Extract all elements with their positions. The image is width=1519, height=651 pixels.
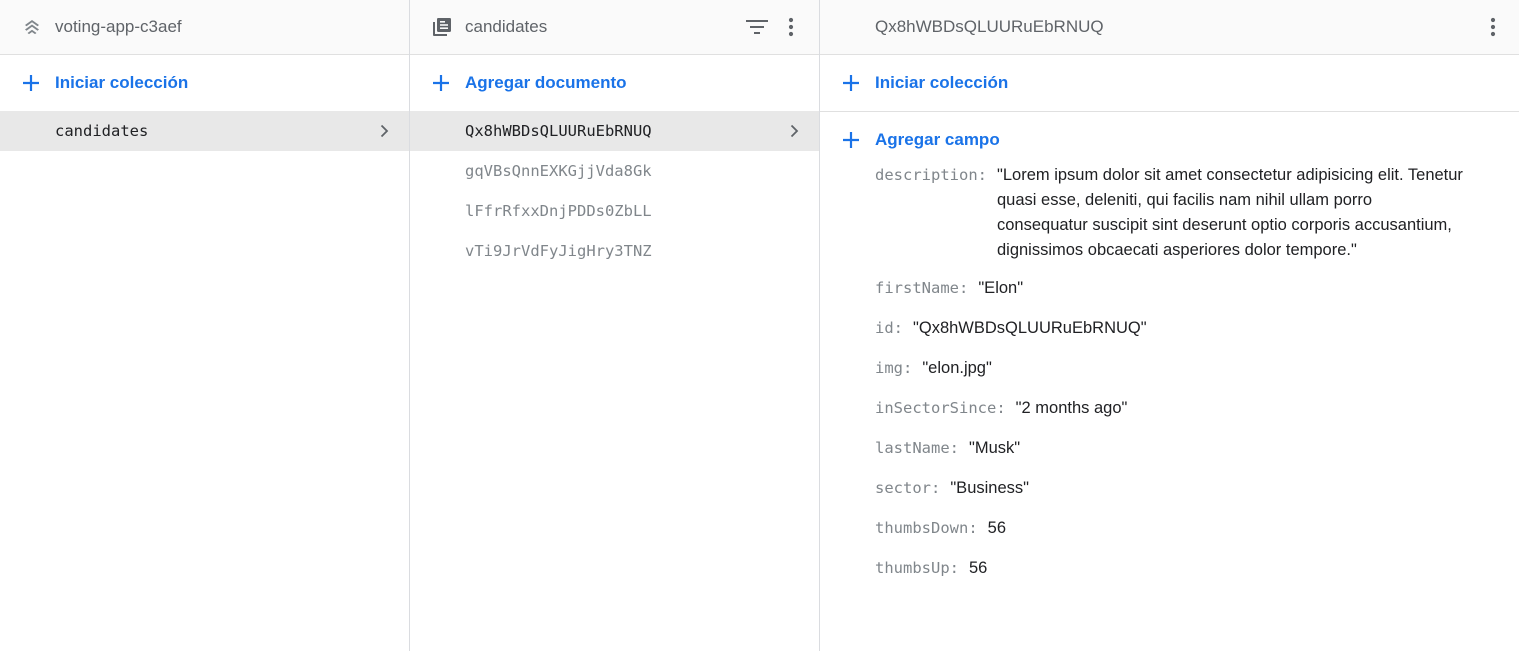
field-value: "Musk" bbox=[969, 439, 1021, 457]
field-value: 56 bbox=[969, 559, 988, 577]
field-value: "elon.jpg" bbox=[922, 359, 992, 377]
chevron-right-icon bbox=[375, 122, 393, 140]
field-key: id: bbox=[875, 319, 903, 337]
field-row-img[interactable]: img: "elon.jpg" bbox=[875, 346, 1489, 386]
plus-icon bbox=[840, 129, 862, 151]
field-row-sector[interactable]: sector: "Business" bbox=[875, 466, 1489, 506]
root-panel-header: voting-app-c3aef bbox=[0, 0, 409, 55]
field-value: 56 bbox=[987, 519, 1007, 537]
field-row-description[interactable]: description: "Lorem ipsum dolor sit amet… bbox=[875, 153, 1489, 263]
field-row-firstname[interactable]: firstName: "Elon" bbox=[875, 266, 1489, 306]
field-key: sector: bbox=[875, 479, 941, 497]
field-value: "2 months ago" bbox=[1015, 399, 1128, 417]
collection-item-label: candidates bbox=[55, 122, 149, 140]
field-value: "Qx8hWBDsQLUURuEbRNUQ" bbox=[913, 319, 1147, 337]
add-document-button[interactable]: Agregar documento bbox=[410, 55, 819, 111]
start-collection-button[interactable]: Iniciar colección bbox=[0, 55, 409, 111]
field-list: description: "Lorem ipsum dolor sit amet… bbox=[820, 153, 1519, 586]
document-item-label: lFfrRfxxDnjPDDs0ZbLL bbox=[465, 202, 652, 220]
chevron-right-icon bbox=[785, 122, 803, 140]
more-vert-icon[interactable] bbox=[779, 15, 803, 39]
field-key: firstName: bbox=[875, 279, 969, 297]
plus-icon bbox=[840, 72, 862, 94]
start-subcollection-button[interactable]: Iniciar colección bbox=[820, 55, 1519, 111]
document-header-actions bbox=[1481, 15, 1503, 39]
collection-panel-header: candidates bbox=[410, 0, 819, 55]
document-item[interactable]: lFfrRfxxDnjPDDs0ZbLL bbox=[410, 191, 819, 231]
start-subcollection-label: Iniciar colección bbox=[875, 73, 1009, 92]
start-collection-label: Iniciar colección bbox=[55, 73, 189, 92]
document-item-label: gqVBsQnnEXKGjjVda8Gk bbox=[465, 162, 652, 180]
project-title: voting-app-c3aef bbox=[55, 17, 182, 36]
collection-title: candidates bbox=[465, 17, 548, 36]
plus-icon bbox=[20, 72, 42, 94]
add-field-label: Agregar campo bbox=[875, 130, 1000, 149]
collection-header-actions bbox=[745, 15, 803, 39]
collection-item-candidates[interactable]: candidates bbox=[0, 111, 409, 151]
document-panel-header: Qx8hWBDsQLUURuEbRNUQ bbox=[820, 0, 1519, 55]
field-key: description: bbox=[875, 166, 987, 184]
document-title: Qx8hWBDsQLUURuEbRNUQ bbox=[875, 17, 1104, 36]
field-row-id[interactable]: id: "Qx8hWBDsQLUURuEbRNUQ" bbox=[875, 306, 1489, 346]
field-value: "Business" bbox=[950, 479, 1029, 497]
add-document-label: Agregar documento bbox=[465, 73, 627, 92]
field-value: "Lorem ipsum dolor sit amet consectetur … bbox=[996, 166, 1463, 259]
filter-icon[interactable] bbox=[745, 15, 769, 39]
document-item[interactable]: Qx8hWBDsQLUURuEbRNUQ bbox=[410, 111, 819, 151]
field-row-lastname[interactable]: lastName: "Musk" bbox=[875, 426, 1489, 466]
collection-icon bbox=[430, 15, 454, 39]
more-vert-icon[interactable] bbox=[1481, 15, 1505, 39]
document-item-label: vTi9JrVdFyJigHry3TNZ bbox=[465, 242, 652, 260]
field-row-insectorsince[interactable]: inSectorSince: "2 months ago" bbox=[875, 386, 1489, 426]
field-key: thumbsDown: bbox=[875, 519, 978, 537]
document-item[interactable]: vTi9JrVdFyJigHry3TNZ bbox=[410, 231, 819, 271]
collection-panel: candidates Agregar documento Qx8hWBDsQLU… bbox=[410, 0, 820, 651]
plus-icon bbox=[430, 72, 452, 94]
field-row-thumbsdown[interactable]: thumbsDown: 56 bbox=[875, 506, 1489, 546]
firestore-data-viewer: voting-app-c3aef Iniciar colección candi… bbox=[0, 0, 1519, 651]
field-key: thumbsUp: bbox=[875, 559, 959, 577]
root-panel: voting-app-c3aef Iniciar colección candi… bbox=[0, 0, 410, 651]
field-value: "Elon" bbox=[978, 279, 1024, 297]
firestore-stack-icon bbox=[20, 15, 44, 39]
field-key: img: bbox=[875, 359, 913, 377]
document-item[interactable]: gqVBsQnnEXKGjjVda8Gk bbox=[410, 151, 819, 191]
document-panel: Qx8hWBDsQLUURuEbRNUQ Iniciar colección A… bbox=[820, 0, 1519, 651]
field-key: lastName: bbox=[875, 439, 959, 457]
field-row-thumbsup[interactable]: thumbsUp: 56 bbox=[875, 546, 1489, 586]
field-key: inSectorSince: bbox=[875, 399, 1006, 417]
document-item-label: Qx8hWBDsQLUURuEbRNUQ bbox=[465, 122, 652, 140]
